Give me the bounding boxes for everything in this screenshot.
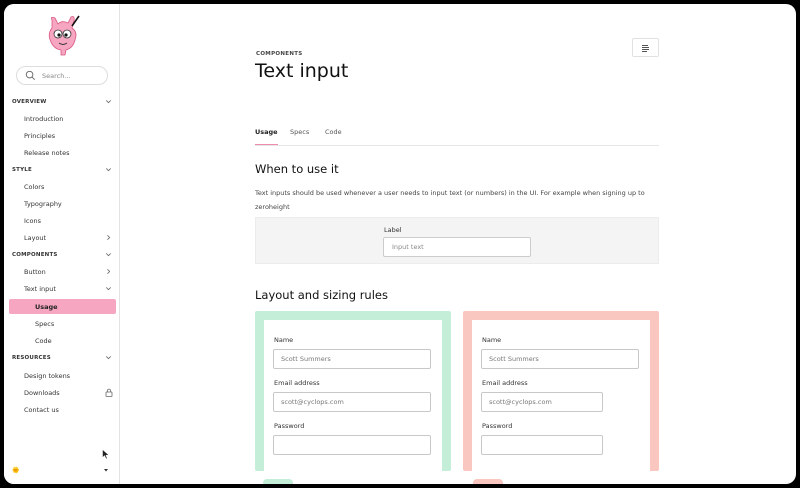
sidebar-item-colors[interactable]: Colors	[4, 179, 120, 194]
name-input[interactable]	[481, 349, 639, 369]
example-text-input[interactable]	[383, 237, 531, 257]
app-window: OVERVIEW Introduction Principles Release…	[4, 4, 796, 484]
sidebar-item-icons[interactable]: Icons	[4, 213, 120, 228]
caret-down-icon[interactable]	[103, 467, 109, 473]
tab-specs[interactable]: Specs	[290, 128, 309, 145]
sidebar-item-label: Introduction	[24, 114, 64, 123]
sidebar-item-label: Code	[35, 336, 52, 345]
password-label: Password	[482, 422, 513, 430]
sidebar-item-label: Typography	[24, 199, 62, 208]
do-example-panel: Name Email address Password	[255, 311, 451, 471]
password-input[interactable]	[481, 435, 603, 455]
sidebar-item-downloads[interactable]: Downloads	[4, 385, 120, 400]
sidebar-item-layout[interactable]: Layout	[4, 230, 120, 245]
chevron-down-icon	[106, 168, 111, 172]
sidebar-item-text-input[interactable]: Text input	[4, 281, 120, 296]
sidebar-item-code[interactable]: Code	[4, 333, 120, 348]
tab-code[interactable]: Code	[325, 128, 342, 145]
nav-section-label: OVERVIEW	[12, 98, 47, 105]
nav-section-label: STYLE	[12, 166, 32, 173]
do-badge	[263, 479, 293, 484]
sidebar-item-label: Button	[24, 267, 46, 276]
mouse-cursor-icon	[102, 449, 110, 460]
sidebar-item-label: Specs	[35, 319, 55, 328]
list-icon	[641, 44, 649, 52]
sidebar-item-label: Downloads	[24, 388, 60, 397]
password-label: Password	[274, 422, 305, 430]
sidebar-item-button[interactable]: Button	[4, 264, 120, 279]
page-kicker: COMPONENTS	[256, 51, 303, 57]
sidebar-item-principles[interactable]: Principles	[4, 128, 120, 143]
sidebar-item-label: Text input	[24, 284, 56, 293]
zeroheight-logo[interactable]	[42, 14, 82, 56]
name-input[interactable]	[273, 349, 431, 369]
tab-usage[interactable]: Usage	[255, 128, 278, 145]
sidebar-item-introduction[interactable]: Introduction	[4, 111, 120, 126]
sidebar-item-usage[interactable]: Usage	[9, 299, 116, 314]
chevron-right-icon	[107, 269, 111, 274]
sidebar-item-label: Design tokens	[24, 371, 71, 380]
nav-section-resources[interactable]: RESOURCES	[4, 350, 120, 365]
nav-section-label: RESOURCES	[12, 354, 51, 361]
nav-section-style[interactable]: STYLE	[4, 162, 120, 177]
dont-example-form: Name Email address Password	[472, 320, 650, 471]
nav-section-components[interactable]: COMPONENTS	[4, 247, 120, 262]
sidebar-item-typography[interactable]: Typography	[4, 196, 120, 211]
email-label: Email address	[482, 379, 528, 387]
name-label: Name	[482, 336, 502, 344]
do-example-form: Name Email address Password	[264, 320, 442, 471]
chevron-down-icon	[106, 287, 111, 291]
email-label: Email address	[274, 379, 320, 387]
search-box[interactable]	[16, 66, 108, 85]
example-preview: Label	[255, 217, 659, 264]
chevron-down-icon	[106, 253, 111, 257]
nav-section-label: COMPONENTS	[12, 251, 58, 258]
sidebar-item-label: Icons	[24, 216, 41, 225]
sidebar-item-release-notes[interactable]: Release notes	[4, 145, 120, 160]
nav-section-overview[interactable]: OVERVIEW	[4, 94, 120, 109]
sidebar-item-label: Usage	[35, 302, 58, 311]
main-content: COMPONENTS Text input Usage Specs Code W…	[121, 4, 796, 484]
dont-example-panel: Name Email address Password	[463, 311, 659, 471]
page-tabs: Usage Specs Code	[255, 126, 659, 146]
chevron-right-icon	[107, 235, 111, 240]
when-to-use-text: Text inputs should be used whenever a us…	[255, 189, 645, 211]
section-heading-layout-rules: Layout and sizing rules	[255, 288, 388, 302]
page-title: Text input	[255, 60, 349, 82]
email-input[interactable]	[481, 392, 603, 412]
sidebar-item-label: Release notes	[24, 148, 70, 157]
chevron-down-icon	[106, 356, 111, 360]
sidebar-item-label: Contact us	[24, 405, 59, 414]
sidebar: OVERVIEW Introduction Principles Release…	[4, 4, 120, 484]
search-input[interactable]	[42, 71, 102, 80]
dont-badge	[473, 479, 503, 484]
password-input[interactable]	[273, 435, 431, 455]
section-heading-when-to-use: When to use it	[255, 162, 339, 176]
theme-sun-icon[interactable]: 🌞	[12, 467, 19, 474]
sidebar-item-label: Principles	[24, 131, 56, 140]
sidebar-item-label: Colors	[24, 182, 45, 191]
example-input-label: Label	[384, 226, 402, 234]
search-icon	[25, 70, 36, 81]
name-label: Name	[274, 336, 294, 344]
chevron-down-icon	[106, 100, 111, 104]
email-input[interactable]	[273, 392, 431, 412]
sidebar-item-specs[interactable]: Specs	[4, 316, 120, 331]
table-of-contents-button[interactable]	[632, 38, 659, 57]
sidebar-item-label: Layout	[24, 233, 47, 242]
sidebar-item-contact-us[interactable]: Contact us	[4, 402, 120, 417]
sidebar-item-design-tokens[interactable]: Design tokens	[4, 368, 120, 383]
lock-icon	[105, 388, 113, 397]
